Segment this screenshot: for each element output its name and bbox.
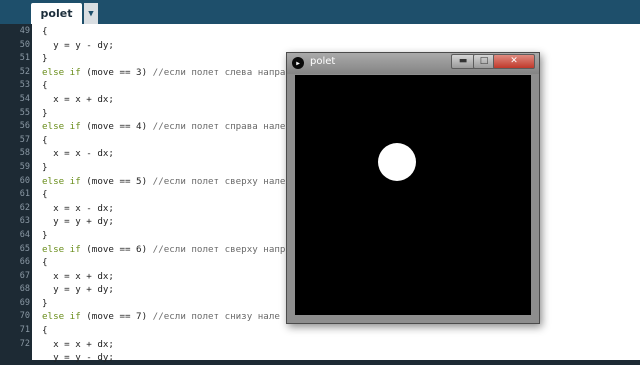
line-number: 65: [19, 243, 30, 254]
line-number: 58: [19, 148, 30, 159]
code-line[interactable]: {: [42, 188, 285, 202]
code-text: (move == 5): [80, 175, 153, 187]
sketch-window: ▶ polet ▬ □ ✕: [286, 52, 540, 324]
code-line[interactable]: else if (move == 4) //если полет справа …: [42, 120, 285, 134]
minimize-button[interactable]: ▬: [451, 54, 475, 69]
code-line[interactable]: else if (move == 6) //если полет сверху …: [42, 243, 285, 257]
line-number: 52: [19, 66, 30, 77]
keyword: else if: [42, 243, 81, 255]
keyword: else if: [42, 175, 81, 187]
keyword: else if: [42, 121, 81, 133]
line-number: 71: [19, 325, 30, 336]
sketch-window-title: polet: [310, 56, 336, 67]
code-lines: { y = y - dy; } else if (move == 3) //ес…: [42, 25, 285, 365]
code-line[interactable]: x = x - dx;: [42, 202, 285, 216]
code-comment: //если полет сверху нале: [152, 175, 286, 187]
tab-bar: polet ▼: [0, 0, 640, 24]
line-number: 51: [19, 53, 30, 64]
line-number: 53: [19, 80, 30, 91]
sketch-canvas[interactable]: [295, 75, 531, 315]
line-number: 54: [19, 93, 30, 104]
code-line[interactable]: else if (move == 5) //если полет сверху …: [42, 175, 285, 189]
line-number: 61: [19, 189, 30, 200]
code-text: (move == 6): [80, 243, 153, 255]
code-line[interactable]: y = y + dy;: [42, 283, 285, 297]
code-comment: //если полет сверху напр: [152, 243, 286, 255]
code-line[interactable]: y = y - dy;: [42, 351, 285, 365]
line-number: 62: [19, 202, 30, 213]
line-number: 67: [19, 270, 30, 281]
code-comment: //если полет слева напра: [152, 66, 286, 78]
line-number: 56: [19, 121, 30, 132]
line-number: 60: [19, 175, 30, 186]
code-line[interactable]: x = x - dx;: [42, 147, 285, 161]
code-line[interactable]: }: [42, 52, 285, 66]
line-number: 57: [19, 134, 30, 145]
tab-polet[interactable]: polet: [31, 3, 82, 24]
sketch-window-titlebar[interactable]: ▶ polet ▬ □ ✕: [287, 53, 539, 74]
code-line[interactable]: y = y + dy;: [42, 215, 285, 229]
code-line[interactable]: {: [42, 25, 285, 39]
code-text: (move == 3): [80, 66, 153, 78]
line-number: 66: [19, 257, 30, 268]
code-line[interactable]: else if (move == 7) //если полет снизу н…: [42, 310, 285, 324]
line-numbers: 49 50 51 52 53 54 55 56 57 58 59 60 61 6…: [0, 25, 30, 351]
line-number: 59: [19, 161, 30, 172]
line-number: 68: [19, 284, 30, 295]
close-button[interactable]: ✕: [493, 54, 535, 69]
line-number: 49: [19, 26, 30, 36]
code-line[interactable]: x = x + dx;: [42, 93, 285, 107]
code-line[interactable]: {: [42, 324, 285, 338]
code-line[interactable]: {: [42, 134, 285, 148]
code-line[interactable]: {: [42, 79, 285, 93]
line-number: 64: [19, 229, 30, 240]
play-icon: ▶: [292, 57, 304, 69]
code-line[interactable]: x = x + dx;: [42, 338, 285, 352]
maximize-button[interactable]: □: [473, 54, 495, 69]
line-number: 69: [19, 297, 30, 308]
tab-menu-dropdown-icon[interactable]: ▼: [84, 3, 98, 24]
code-text: (move == 4): [80, 121, 153, 133]
line-number: 72: [19, 338, 30, 349]
code-line[interactable]: {: [42, 256, 285, 270]
code-line[interactable]: }: [42, 161, 285, 175]
code-line[interactable]: }: [42, 229, 285, 243]
line-number: 55: [19, 107, 30, 118]
code-line[interactable]: }: [42, 107, 285, 121]
code-line[interactable]: x = x + dx;: [42, 270, 285, 284]
line-number: 70: [19, 311, 30, 322]
code-line[interactable]: y = y - dy;: [42, 39, 285, 53]
line-number: 50: [19, 39, 30, 50]
keyword: else if: [42, 311, 81, 323]
code-text: (move == 7): [80, 311, 153, 323]
code-comment: //если полет справа нале: [152, 121, 286, 133]
line-number: 63: [19, 216, 30, 227]
code-comment: //если полет снизу нале: [152, 311, 280, 323]
keyword: else if: [42, 66, 81, 78]
ball: [378, 143, 416, 181]
code-line[interactable]: }: [42, 297, 285, 311]
code-line[interactable]: else if (move == 3) //если полет слева н…: [42, 66, 285, 80]
